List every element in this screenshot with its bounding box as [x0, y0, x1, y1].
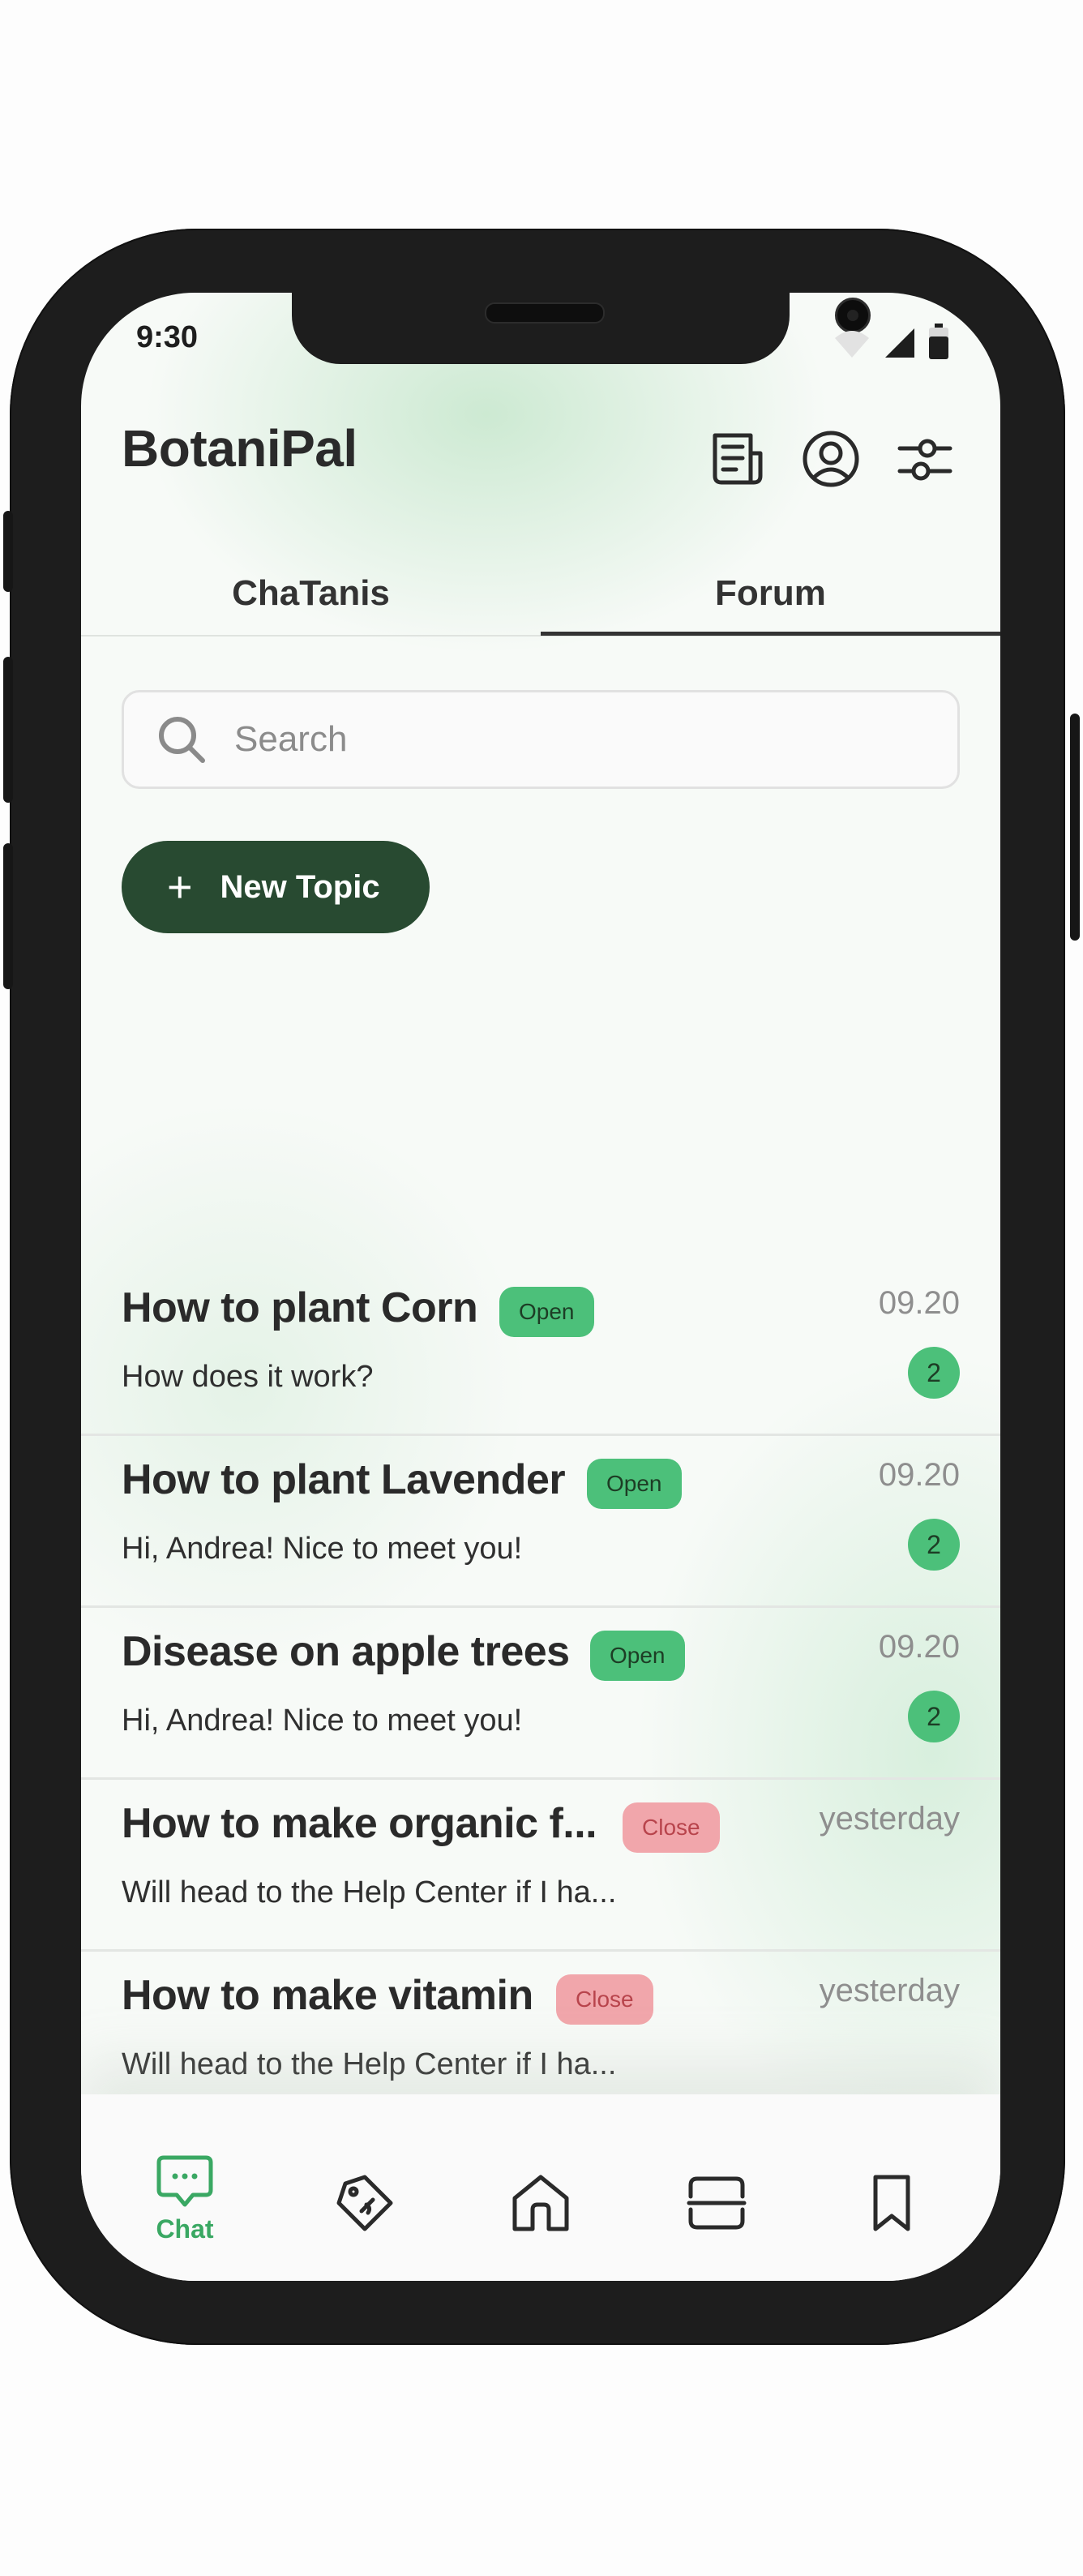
- news-icon[interactable]: [708, 429, 768, 489]
- topic-item[interactable]: How to make organic f... Close Will head…: [81, 1780, 1000, 1952]
- status-badge: Close: [623, 1802, 720, 1853]
- side-button-mute: [3, 511, 13, 592]
- notch: [292, 293, 871, 364]
- topic-date: 09.20: [878, 1629, 960, 1665]
- topic-item[interactable]: How to plant Lavender Open Hi, Andrea! N…: [81, 1436, 1000, 1608]
- status-icons: [833, 324, 948, 359]
- nav-item-scan[interactable]: [676, 2154, 757, 2268]
- tab-bar: ChaTanis Forum: [81, 554, 1000, 636]
- topic-date: 09.20: [878, 1457, 960, 1493]
- app-title: BotaniPal: [122, 419, 357, 478]
- new-topic-button[interactable]: + New Topic: [122, 841, 430, 933]
- bookmark-icon: [873, 2175, 910, 2231]
- topic-date: 09.20: [878, 1285, 960, 1321]
- status-badge: Close: [556, 1974, 653, 2025]
- tab-chatanis[interactable]: ChaTanis: [81, 554, 541, 633]
- chat-bubble-icon: [156, 2155, 213, 2207]
- topic-title: How to make vitamin: [122, 1972, 533, 2019]
- topic-preview: Will head to the Help Center if I ha...: [122, 1875, 617, 1909]
- topic-title: Disease on apple trees: [122, 1628, 570, 1675]
- side-button-power: [1070, 714, 1080, 941]
- topic-preview: Hi, Andrea! Nice to meet you!: [122, 1704, 523, 1738]
- cellular-signal-icon: [885, 328, 914, 358]
- status-badge: Open: [590, 1631, 685, 1681]
- nav-label-chat: Chat: [156, 2214, 214, 2244]
- tag-icon: [336, 2175, 393, 2231]
- tab-label: ChaTanis: [232, 573, 390, 613]
- topic-title: How to plant Corn: [122, 1284, 478, 1331]
- wifi-icon: [835, 331, 869, 358]
- status-badge: Open: [499, 1287, 594, 1337]
- side-button-volume-down: [3, 843, 13, 989]
- tab-label: Forum: [715, 573, 826, 613]
- new-topic-label: New Topic: [220, 868, 380, 905]
- profile-icon[interactable]: [801, 429, 861, 489]
- reply-count-badge: 2: [908, 1519, 960, 1571]
- topic-preview: Will head to the Help Center if I ha...: [122, 2047, 617, 2081]
- topic-date: yesterday: [819, 1801, 960, 1837]
- filter-settings-icon[interactable]: [895, 429, 955, 489]
- reply-count-badge: 2: [908, 1691, 960, 1742]
- topic-item[interactable]: How to plant Corn Open How does it work?…: [81, 1264, 1000, 1436]
- nav-item-bookmarks[interactable]: [851, 2154, 932, 2268]
- topic-date: yesterday: [819, 1973, 960, 2008]
- search-placeholder: Search: [234, 719, 348, 759]
- topic-item[interactable]: Disease on apple trees Open Hi, Andrea! …: [81, 1608, 1000, 1780]
- status-time: 9:30: [136, 320, 199, 354]
- search-icon: [159, 717, 205, 763]
- speaker-grille: [485, 302, 605, 324]
- home-icon: [512, 2175, 569, 2231]
- plus-icon: +: [167, 863, 193, 911]
- side-button-volume-up: [3, 657, 13, 803]
- battery-icon: [929, 324, 948, 359]
- search-input[interactable]: Search: [122, 690, 960, 789]
- status-badge: Open: [587, 1459, 682, 1509]
- reply-count-badge: 2: [908, 1347, 960, 1399]
- bottom-nav: Chat: [81, 2094, 1000, 2281]
- topic-title: How to make organic f...: [122, 1800, 597, 1847]
- nav-item-chat[interactable]: Chat: [144, 2154, 225, 2268]
- nav-item-home[interactable]: [500, 2154, 581, 2268]
- nav-item-tags[interactable]: [324, 2154, 405, 2268]
- scan-icon: [687, 2176, 747, 2230]
- topic-title: How to plant Lavender: [122, 1456, 566, 1503]
- topic-preview: Hi, Andrea! Nice to meet you!: [122, 1532, 523, 1566]
- tab-forum[interactable]: Forum: [541, 554, 1000, 636]
- topic-preview: How does it work?: [122, 1360, 374, 1394]
- app-screen: 9:30 BotaniPal ChaTanis Forum Search + N…: [81, 293, 1000, 2281]
